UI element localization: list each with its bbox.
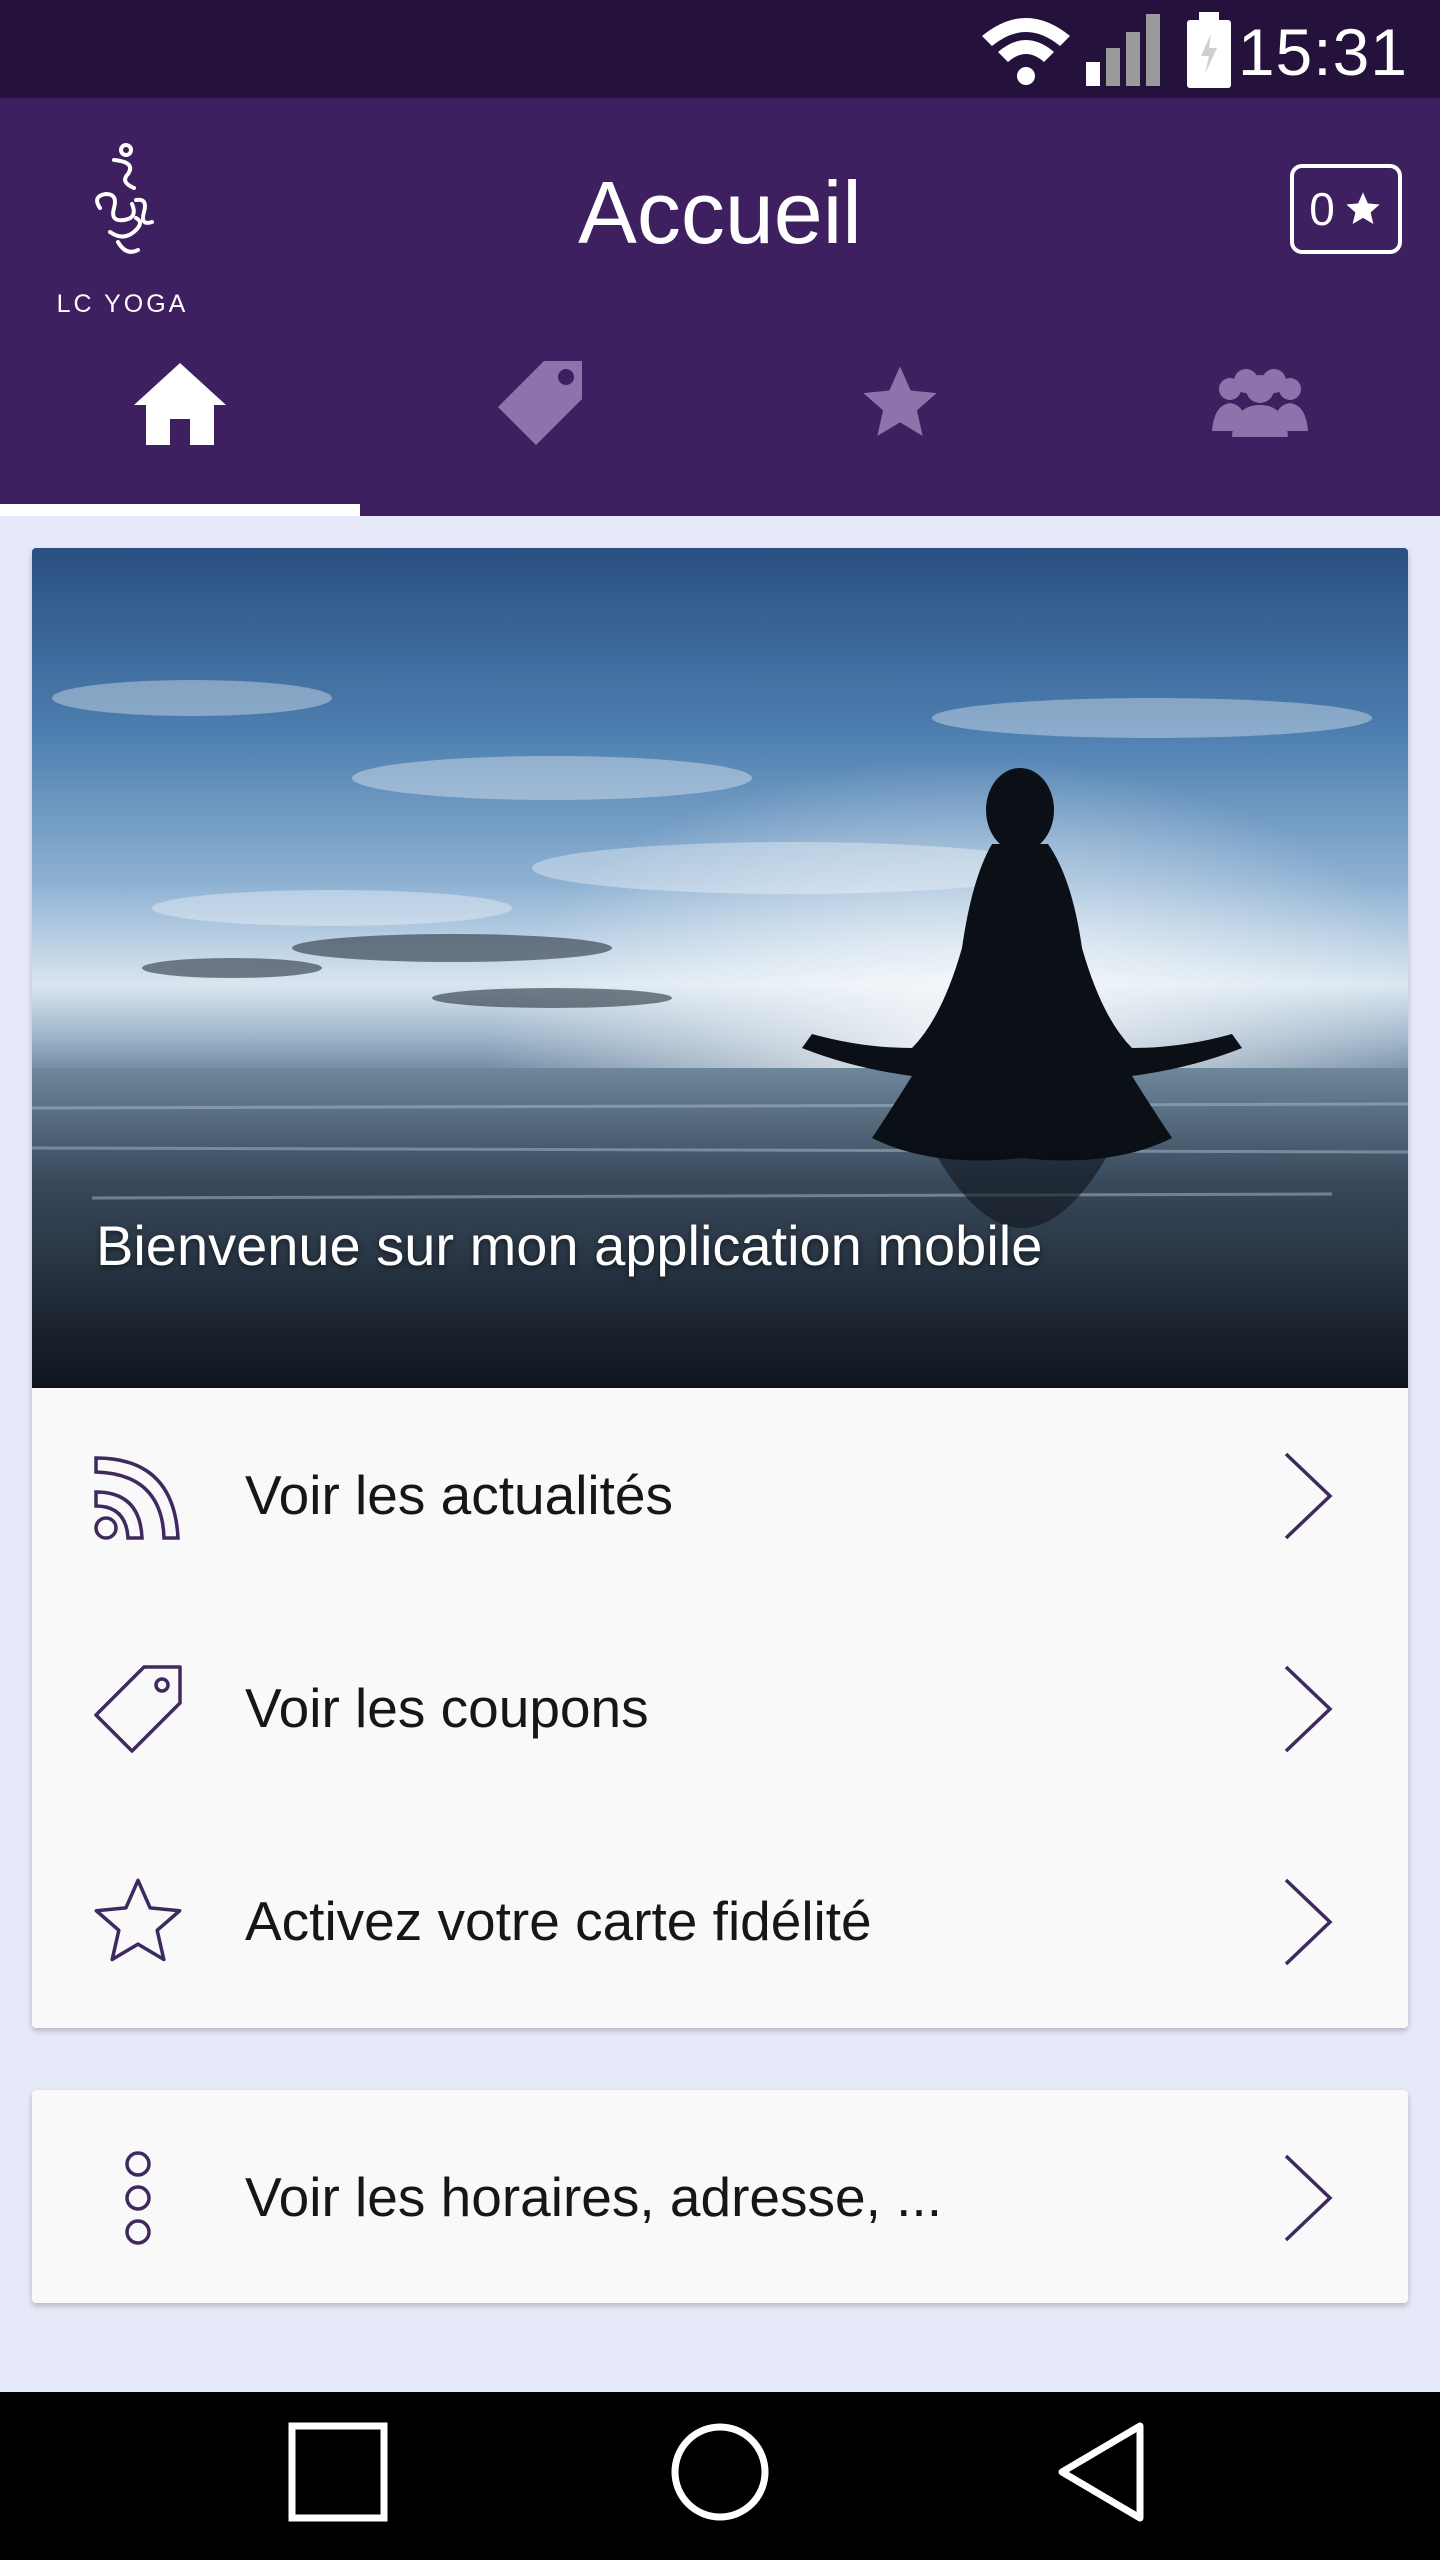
more-dots-icon bbox=[125, 2151, 151, 2245]
star-icon bbox=[1346, 192, 1380, 224]
tab-loyalty[interactable] bbox=[720, 320, 1080, 516]
star-outline-icon bbox=[94, 1878, 182, 1962]
app-bar: LC YOGA Accueil 0 bbox=[0, 98, 1440, 516]
chevron-right-icon bbox=[1284, 1665, 1333, 1753]
info-card: Voir les horaires, adresse, ... bbox=[32, 2090, 1408, 2303]
status-bar: 15:31 bbox=[0, 0, 1440, 98]
system-nav-bar bbox=[0, 2392, 1440, 2560]
chevron-right-icon bbox=[1284, 2154, 1333, 2242]
chevron-right-icon bbox=[1284, 1878, 1333, 1966]
back-nav-icon[interactable] bbox=[1052, 2418, 1152, 2528]
home-icon bbox=[134, 363, 226, 445]
status-time: 15:31 bbox=[1237, 15, 1408, 89]
menu-item-loyalty-card[interactable]: Activez votre carte fidélité bbox=[32, 1814, 1408, 2027]
menu-item-info[interactable]: Voir les horaires, adresse, ... bbox=[32, 2090, 1408, 2303]
battery-icon bbox=[1187, 12, 1231, 88]
rss-icon bbox=[94, 1456, 180, 1540]
star-icon bbox=[863, 366, 937, 436]
menu-label: Voir les actualités bbox=[245, 1463, 673, 1526]
menu-item-coupons[interactable]: Voir les coupons bbox=[32, 1601, 1408, 1814]
page-title: Accueil bbox=[578, 163, 862, 262]
home-nav-icon[interactable] bbox=[668, 2418, 772, 2528]
menu-item-news[interactable]: Voir les actualités bbox=[32, 1388, 1408, 1601]
loyalty-points-badge[interactable]: 0 bbox=[1290, 164, 1402, 254]
menu-label: Voir les coupons bbox=[245, 1676, 649, 1739]
chevron-right-icon bbox=[1284, 1452, 1333, 1540]
points-count: 0 bbox=[1309, 183, 1335, 235]
recent-apps-icon[interactable] bbox=[288, 2418, 388, 2528]
logo-text: LC YOGA bbox=[56, 290, 189, 318]
home-card: Bienvenue sur mon application mobile Voi… bbox=[32, 548, 1408, 2028]
wifi-icon bbox=[982, 18, 1070, 85]
hero-caption: Bienvenue sur mon application mobile bbox=[96, 1214, 1043, 1277]
tab-bar bbox=[0, 320, 1440, 516]
menu-label: Activez votre carte fidélité bbox=[245, 1889, 872, 1952]
tab-active-indicator bbox=[0, 504, 360, 516]
tag-icon bbox=[498, 361, 582, 445]
tag-icon bbox=[94, 1665, 182, 1753]
signal-icon bbox=[1086, 14, 1160, 86]
group-icon bbox=[1212, 369, 1308, 437]
tab-community[interactable] bbox=[1080, 320, 1440, 516]
tab-coupons[interactable] bbox=[360, 320, 720, 516]
tab-home[interactable] bbox=[0, 320, 360, 516]
hero-banner: Bienvenue sur mon application mobile bbox=[32, 548, 1408, 1388]
menu-label: Voir les horaires, adresse, ... bbox=[245, 2165, 942, 2228]
